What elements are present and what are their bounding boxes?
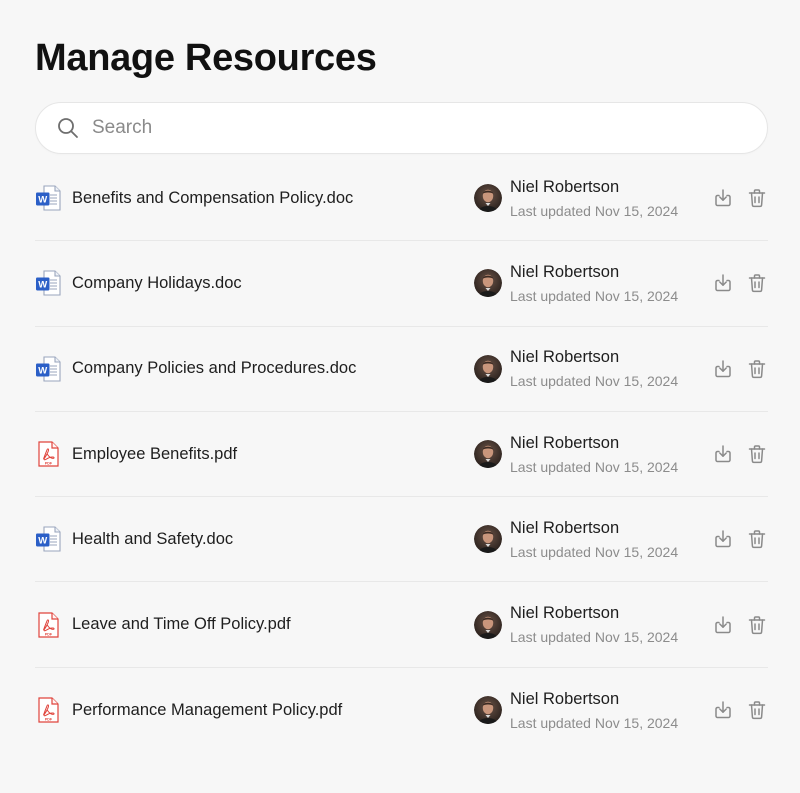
file-owner: Niel Robertson Last updated Nov 15, 2024	[474, 347, 678, 390]
file-name[interactable]: Employee Benefits.pdf	[72, 445, 462, 464]
word-doc-icon: W	[36, 526, 61, 552]
file-owner: Niel Robertson Last updated Nov 15, 2024	[474, 689, 678, 732]
pdf-file-icon: PDF	[38, 697, 59, 724]
pdf-file-icon: PDF	[38, 612, 59, 638]
avatar	[474, 184, 502, 213]
trash-icon	[748, 189, 766, 208]
file-owner: Niel Robertson Last updated Nov 15, 2024	[474, 177, 678, 220]
avatar	[474, 354, 502, 383]
trash-icon	[748, 615, 766, 634]
file-owner: Niel Robertson Last updated Nov 15, 2024	[474, 433, 678, 476]
last-updated: Last updated Nov 15, 2024	[510, 373, 679, 390]
row-actions	[712, 528, 768, 550]
file-name[interactable]: Company Holidays.doc	[72, 274, 462, 293]
svg-text:W: W	[38, 365, 47, 376]
delete-button[interactable]	[746, 528, 768, 550]
trash-icon	[748, 359, 766, 378]
row-actions	[712, 358, 768, 380]
page-title: Manage Resources	[35, 37, 377, 79]
row-actions	[712, 614, 768, 636]
trash-icon	[748, 445, 766, 464]
pdf-file-icon: PDF	[38, 441, 59, 467]
file-row[interactable]: W Company Holidays.doc Niel Robertson La…	[35, 241, 768, 327]
svg-text:PDF: PDF	[45, 632, 53, 636]
file-row[interactable]: PDF Employee Benefits.pdf Niel Robertson…	[35, 412, 768, 498]
svg-text:PDF: PDF	[45, 718, 53, 722]
download-button[interactable]	[712, 443, 734, 465]
file-name[interactable]: Company Policies and Procedures.doc	[72, 359, 462, 378]
file-row[interactable]: W Company Policies and Procedures.doc Ni…	[35, 327, 768, 412]
download-button[interactable]	[712, 187, 734, 209]
row-actions	[712, 272, 768, 294]
trash-icon	[748, 701, 766, 720]
file-owner: Niel Robertson Last updated Nov 15, 2024	[474, 518, 678, 561]
file-name[interactable]: Leave and Time Off Policy.pdf	[72, 615, 462, 634]
download-icon	[715, 189, 731, 207]
delete-button[interactable]	[746, 272, 768, 294]
row-actions	[712, 187, 768, 209]
download-button[interactable]	[712, 528, 734, 550]
file-name[interactable]: Performance Management Policy.pdf	[72, 701, 462, 720]
manage-resources-page: Manage Resources W Benefits and Compensa…	[0, 0, 800, 793]
delete-button[interactable]	[746, 699, 768, 721]
search-input[interactable]	[90, 107, 767, 149]
last-updated: Last updated Nov 15, 2024	[510, 458, 679, 475]
download-icon	[715, 530, 731, 548]
download-icon	[715, 274, 731, 292]
last-updated: Last updated Nov 15, 2024	[510, 629, 679, 646]
owner-name: Niel Robertson	[510, 348, 620, 367]
word-doc-icon: W	[36, 270, 61, 296]
trash-icon	[748, 530, 766, 549]
download-button[interactable]	[712, 358, 734, 380]
file-name[interactable]: Benefits and Compensation Policy.doc	[72, 189, 462, 208]
last-updated: Last updated Nov 15, 2024	[510, 714, 679, 731]
delete-button[interactable]	[746, 614, 768, 636]
file-row[interactable]: W Health and Safety.doc Niel Robertson L…	[35, 497, 768, 583]
owner-name: Niel Robertson	[510, 433, 620, 452]
svg-text:W: W	[38, 280, 47, 291]
avatar	[474, 525, 502, 554]
row-actions	[712, 699, 768, 721]
delete-button[interactable]	[746, 187, 768, 209]
owner-name: Niel Robertson	[510, 689, 620, 708]
file-list: W Benefits and Compensation Policy.doc N…	[35, 156, 768, 753]
last-updated: Last updated Nov 15, 2024	[510, 202, 679, 219]
delete-button[interactable]	[746, 443, 768, 465]
owner-name: Niel Robertson	[510, 262, 620, 281]
search-bar[interactable]	[35, 102, 768, 154]
download-button[interactable]	[712, 272, 734, 294]
file-row[interactable]: W Benefits and Compensation Policy.doc N…	[35, 156, 768, 242]
word-doc-icon: W	[36, 185, 61, 211]
last-updated: Last updated Nov 15, 2024	[510, 543, 679, 560]
avatar	[474, 269, 502, 298]
download-icon	[715, 701, 731, 719]
row-actions	[712, 443, 768, 465]
delete-button[interactable]	[746, 358, 768, 380]
trash-icon	[748, 274, 766, 293]
download-icon	[715, 445, 731, 463]
file-owner: Niel Robertson Last updated Nov 15, 2024	[474, 603, 678, 646]
svg-text:PDF: PDF	[45, 461, 53, 465]
last-updated: Last updated Nov 15, 2024	[510, 287, 679, 304]
owner-name: Niel Robertson	[510, 518, 620, 537]
download-icon	[715, 359, 731, 377]
svg-text:W: W	[38, 195, 47, 206]
owner-name: Niel Robertson	[510, 604, 620, 623]
file-row[interactable]: PDF Performance Management Policy.pdf Ni…	[35, 668, 768, 753]
search-icon	[58, 118, 78, 138]
avatar	[474, 440, 502, 469]
download-button[interactable]	[712, 699, 734, 721]
avatar	[474, 696, 502, 725]
file-row[interactable]: PDF Leave and Time Off Policy.pdf Niel R…	[35, 582, 768, 668]
svg-text:W: W	[38, 536, 47, 547]
avatar	[474, 610, 502, 639]
download-icon	[715, 615, 731, 633]
file-owner: Niel Robertson Last updated Nov 15, 2024	[474, 262, 678, 305]
download-button[interactable]	[712, 614, 734, 636]
file-name[interactable]: Health and Safety.doc	[72, 530, 462, 549]
word-doc-icon: W	[36, 356, 61, 382]
owner-name: Niel Robertson	[510, 177, 620, 196]
